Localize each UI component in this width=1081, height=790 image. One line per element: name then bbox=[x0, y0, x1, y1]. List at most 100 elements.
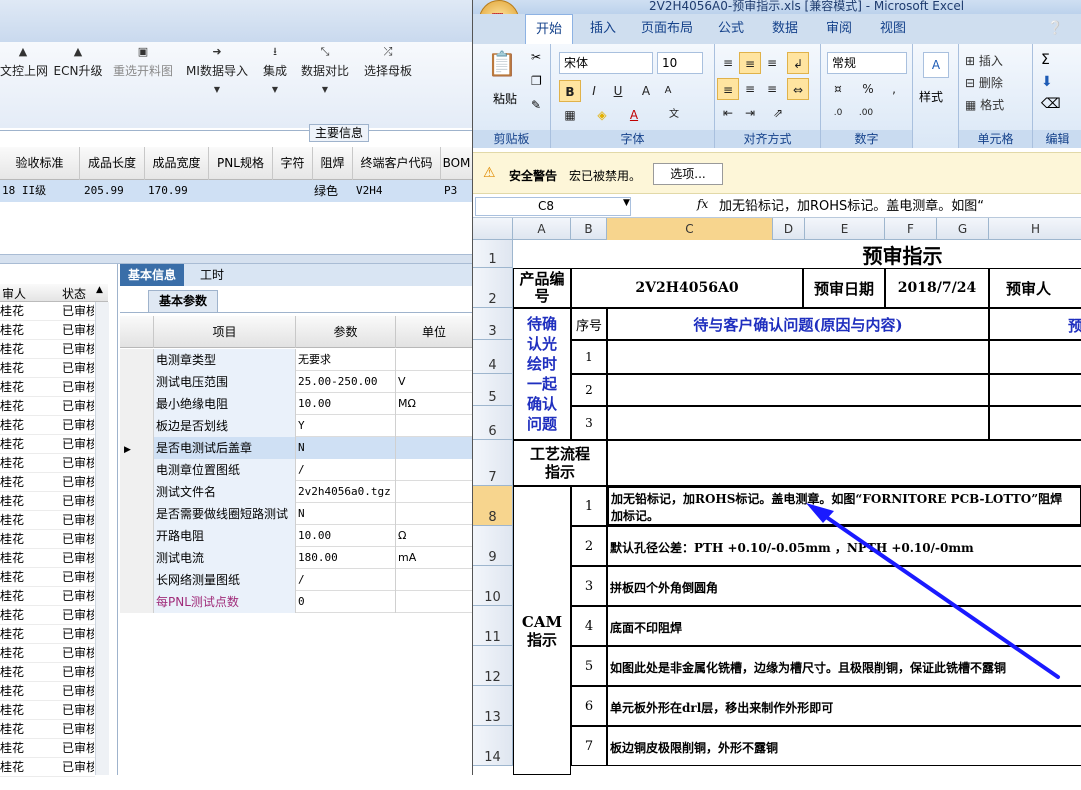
toolbar-button-ecn-upgrade[interactable]: ▲ ECN升级 bbox=[52, 42, 104, 128]
toolbar-button-reselect-cutting[interactable]: ▣ 重选开料图 bbox=[110, 42, 176, 128]
merge-center-icon[interactable]: ⇔ bbox=[787, 78, 809, 100]
clear-icon[interactable]: ⌫ bbox=[1041, 96, 1061, 112]
bold-icon[interactable]: B bbox=[559, 80, 581, 102]
align-middle-icon[interactable]: ≡ bbox=[739, 52, 761, 74]
options-button[interactable]: 选项... bbox=[653, 163, 723, 185]
currency-icon[interactable]: ¤ bbox=[827, 78, 849, 100]
grid-col-header[interactable]: 验收标准 bbox=[0, 147, 80, 180]
number-format-select[interactable]: 常规 bbox=[827, 52, 907, 74]
fill-icon[interactable]: ⬇ bbox=[1041, 74, 1053, 90]
row-header[interactable]: 13 bbox=[473, 686, 513, 726]
percent-icon[interactable]: % bbox=[857, 78, 879, 100]
row-header[interactable]: 11 bbox=[473, 606, 513, 646]
increase-indent-icon[interactable]: ⇥ bbox=[739, 102, 761, 124]
sort-asc-icon[interactable]: ▲ bbox=[96, 285, 103, 295]
table-row[interactable]: 板边是否划线 Y bbox=[120, 415, 472, 437]
tab-view[interactable]: 视图 bbox=[871, 14, 915, 44]
list-item[interactable]: 桂花 已审核 bbox=[0, 758, 95, 777]
format-painter-icon[interactable]: ✎ bbox=[531, 98, 541, 112]
function-icon[interactable]: fx bbox=[697, 197, 708, 211]
grid-col-header[interactable]: 成品宽度 bbox=[145, 147, 209, 180]
italic-icon[interactable]: I bbox=[583, 80, 605, 102]
list-scrollbar[interactable] bbox=[95, 302, 109, 775]
copy-icon[interactable]: ❐ bbox=[531, 74, 542, 88]
list-item[interactable]: 桂花 已审核 bbox=[0, 359, 95, 378]
list-item[interactable]: 桂花 已审核 bbox=[0, 435, 95, 454]
tab-review[interactable]: 审阅 bbox=[817, 14, 861, 44]
tab-home[interactable]: 开始 bbox=[525, 14, 573, 44]
row-header[interactable]: 3 bbox=[473, 308, 513, 340]
list-item[interactable]: 桂花 已审核 bbox=[0, 473, 95, 492]
cut-icon[interactable]: ✂ bbox=[531, 50, 541, 64]
list-item[interactable]: 桂花 已审核 bbox=[0, 587, 95, 606]
toolbar-button-select-mother[interactable]: ⤮ 选择母板 bbox=[360, 42, 416, 128]
grid-col-header[interactable]: 终端客户代码 bbox=[353, 147, 441, 180]
toolbar-button-mi-import[interactable]: ➜ MI数据导入 ▼ bbox=[184, 42, 250, 128]
list-item[interactable]: 桂花 已审核 bbox=[0, 530, 95, 549]
help-icon[interactable]: ❔ bbox=[1047, 21, 1063, 36]
list-item[interactable]: 桂花 已审核 bbox=[0, 492, 95, 511]
wrap-text-icon[interactable]: ↲ bbox=[787, 52, 809, 74]
chevron-down-icon[interactable]: ▼ bbox=[298, 85, 352, 94]
grow-font-icon[interactable]: A bbox=[635, 80, 657, 102]
grid-col-header[interactable]: 字符 bbox=[273, 147, 313, 180]
grid-col-header[interactable]: 阻焊 bbox=[313, 147, 353, 180]
table-row[interactable]: 每PNL测试点数 0 bbox=[120, 591, 472, 613]
font-size-select[interactable]: 10 bbox=[657, 52, 703, 74]
list-item[interactable]: 桂花 已审核 bbox=[0, 682, 95, 701]
phonetic-icon[interactable]: 文 bbox=[663, 104, 685, 126]
font-name-select[interactable]: 宋体 bbox=[559, 52, 653, 74]
table-row[interactable]: 电测章位置图纸 / bbox=[120, 459, 472, 481]
list-item[interactable]: 桂花 已审核 bbox=[0, 663, 95, 682]
toolbar-button-integrate[interactable]: ⭳ 集成 ▼ bbox=[258, 42, 292, 128]
row-header[interactable]: 10 bbox=[473, 566, 513, 606]
shrink-font-icon[interactable]: A bbox=[657, 80, 679, 102]
tab-basic-params[interactable]: 基本参数 bbox=[148, 290, 218, 312]
toolbar-button-upload[interactable]: ▲ 文控上网 bbox=[0, 42, 48, 128]
chevron-down-icon[interactable]: ▼ bbox=[184, 85, 250, 94]
row-header[interactable]: 14 bbox=[473, 726, 513, 766]
tab-work-hours[interactable]: 工时 bbox=[192, 264, 232, 286]
row-header[interactable]: 1 bbox=[473, 240, 513, 268]
row-header[interactable]: 8 bbox=[473, 486, 513, 526]
tab-insert[interactable]: 插入 bbox=[581, 14, 625, 44]
border-icon[interactable]: ▦ bbox=[559, 104, 581, 126]
align-center-icon[interactable]: ≡ bbox=[739, 78, 761, 100]
decrease-decimal-icon[interactable]: .00 bbox=[855, 102, 877, 124]
list-item[interactable]: 桂花 已审核 bbox=[0, 720, 95, 739]
paste-button[interactable]: 粘贴 bbox=[493, 90, 517, 107]
table-row[interactable]: 电测章类型 无要求 bbox=[120, 349, 472, 371]
formula-input[interactable]: 加无铅标记，加ROHS标记。盖电测章。如图“ bbox=[719, 197, 1081, 216]
list-item[interactable]: 桂花 已审核 bbox=[0, 378, 95, 397]
table-row[interactable]: 测试文件名 2v2h4056a0.tgz bbox=[120, 481, 472, 503]
list-item[interactable]: 桂花 已审核 bbox=[0, 644, 95, 663]
format-cells-button[interactable]: ▦ 格式 bbox=[965, 96, 1004, 113]
row-header[interactable]: 4 bbox=[473, 340, 513, 374]
list-item[interactable]: 桂花 已审核 bbox=[0, 739, 95, 758]
insert-cells-button[interactable]: ⊞ 插入 bbox=[965, 52, 1003, 69]
list-item[interactable]: 桂花 已审核 bbox=[0, 625, 95, 644]
table-row[interactable]: 长网络测量图纸 / bbox=[120, 569, 472, 591]
tab-basic-info[interactable]: 基本信息 bbox=[120, 264, 184, 286]
toolbar-button-compare[interactable]: ⤡ 数据对比 ▼ bbox=[298, 42, 352, 128]
fill-color-icon[interactable]: ◈ bbox=[591, 104, 613, 126]
styles-icon[interactable]: A bbox=[923, 52, 949, 78]
delete-cells-button[interactable]: ⊟ 删除 bbox=[965, 74, 1003, 91]
underline-icon[interactable]: U bbox=[607, 80, 629, 102]
autosum-icon[interactable]: Σ bbox=[1041, 52, 1050, 68]
grid-col-header[interactable]: 成品长度 bbox=[80, 147, 145, 180]
decrease-indent-icon[interactable]: ⇤ bbox=[717, 102, 739, 124]
select-all[interactable] bbox=[473, 218, 513, 240]
table-row[interactable]: 最小绝缘电阻 10.00 MΩ bbox=[120, 393, 472, 415]
paste-icon[interactable]: 📋 bbox=[487, 50, 517, 78]
table-row[interactable]: 是否需要做线圈短路测试 N bbox=[120, 503, 472, 525]
list-item[interactable]: 桂花 已审核 bbox=[0, 340, 95, 359]
grid-col-header[interactable]: PNL规格 bbox=[209, 147, 273, 180]
list-item[interactable]: 桂花 已审核 bbox=[0, 549, 95, 568]
row-header[interactable]: 12 bbox=[473, 646, 513, 686]
name-box[interactable]: C8 bbox=[475, 197, 631, 216]
list-item[interactable]: 桂花 已审核 bbox=[0, 701, 95, 720]
list-item[interactable]: 桂花 已审核 bbox=[0, 606, 95, 625]
list-item[interactable]: 桂花 已审核 bbox=[0, 397, 95, 416]
chevron-down-icon[interactable]: ▼ bbox=[623, 198, 630, 208]
